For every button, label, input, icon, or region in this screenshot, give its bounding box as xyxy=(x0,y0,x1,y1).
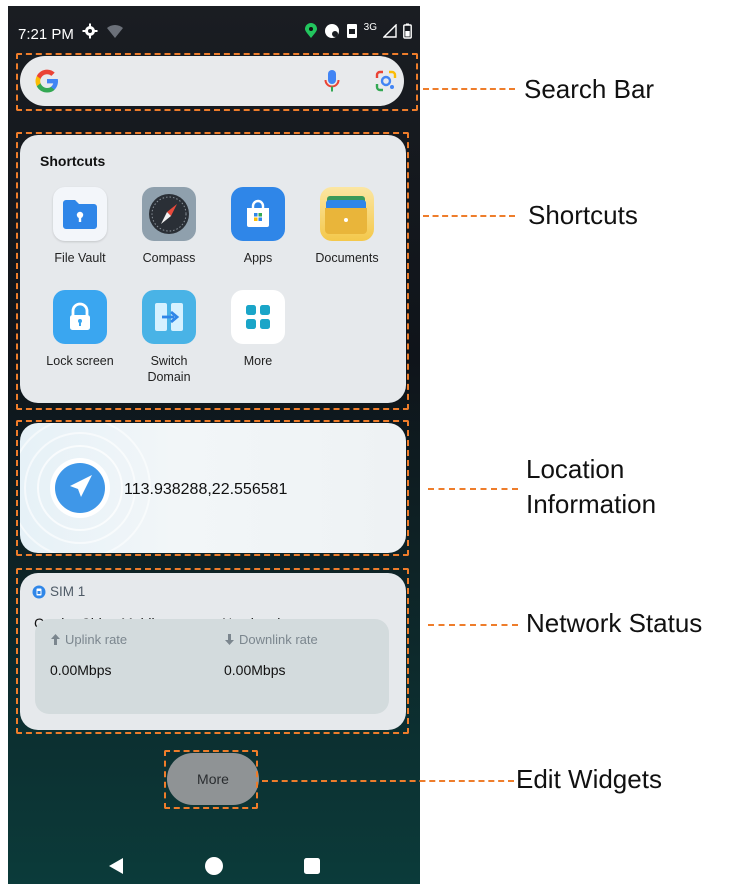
highlight-network xyxy=(16,568,409,734)
annotation-line-network xyxy=(428,624,518,626)
navigation-bar xyxy=(8,842,420,884)
annotation-location-line1: Location xyxy=(526,454,625,484)
back-icon[interactable] xyxy=(107,856,125,876)
location-pin-icon xyxy=(304,23,317,38)
annotation-line-location xyxy=(428,488,518,490)
highlight-shortcuts xyxy=(16,132,409,410)
annotation-line-shortcuts xyxy=(423,215,515,217)
vpn-shield-icon xyxy=(324,24,339,38)
recents-icon[interactable] xyxy=(303,857,321,875)
annotation-location-line2: Information xyxy=(526,489,657,519)
sim-card-icon xyxy=(346,24,357,38)
network-type: 3G xyxy=(363,21,377,33)
home-icon[interactable] xyxy=(204,856,224,876)
wifi-icon xyxy=(107,24,123,38)
annotation-shortcuts: Shortcuts xyxy=(528,200,638,230)
highlight-more-button xyxy=(164,750,258,809)
annotation-line-search xyxy=(423,88,515,90)
highlight-search-bar xyxy=(16,53,418,111)
annotation-edit-widgets: Edit Widgets xyxy=(516,764,662,794)
highlight-location xyxy=(16,420,409,556)
status-time: 7:21 PM xyxy=(18,26,74,43)
annotation-search-bar: Search Bar xyxy=(524,74,655,104)
annotation-line-edit xyxy=(262,780,514,782)
signal-icon xyxy=(383,24,397,38)
annotation-network-status: Network Status xyxy=(526,608,703,638)
status-bar: 7:21 PM 3G xyxy=(8,6,420,58)
battery-icon xyxy=(403,23,412,39)
settings-gear-icon xyxy=(82,23,98,39)
